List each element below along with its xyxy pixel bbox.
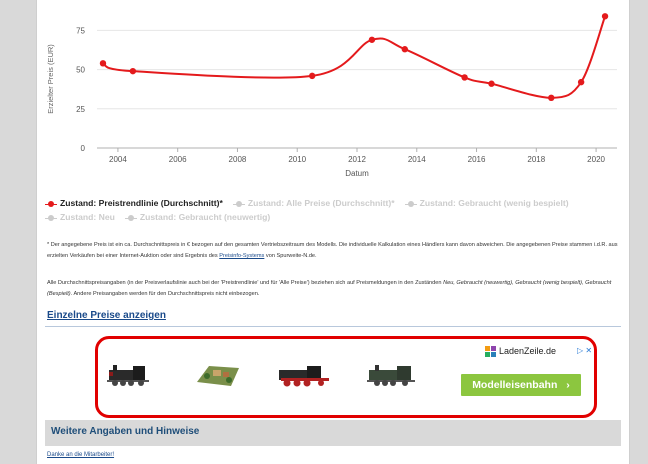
x-tick-label: 2012 — [348, 155, 366, 164]
section-title: Weitere Angaben und Hinweise — [51, 426, 200, 437]
preisinfo-link[interactable]: Preisinfo-Systems — [219, 253, 264, 259]
chart-legend: Zustand: Preistrendlinie (Durchschnitt)*… — [45, 196, 625, 224]
y-tick-label: 75 — [76, 26, 85, 35]
legend-label: Zustand: Neu — [60, 212, 115, 222]
legend-label: Zustand: Alle Preise (Durchschnitt)* — [247, 198, 395, 208]
footnote-text-end: von Spurweite-N.de. — [264, 253, 317, 259]
legend-item-2[interactable]: Zustand: Gebraucht (wenig bespielt) — [404, 196, 569, 210]
ad-brand-label: LadenZeile.de — [499, 346, 557, 356]
ad-cta-button[interactable]: Modelleisenbahn › — [461, 374, 581, 396]
y-tick-label: 50 — [76, 66, 85, 75]
y-axis-title: Erzielter Preis (EUR) — [46, 44, 55, 114]
red-locomotive-image[interactable] — [277, 362, 333, 388]
average-note-end: . Andere Preisangaben werden für den Dur… — [70, 291, 260, 297]
y-tick-label: 25 — [76, 105, 85, 114]
green-locomotive-image[interactable] — [367, 362, 417, 388]
x-tick-label: 2018 — [527, 155, 545, 164]
data-point — [577, 78, 585, 86]
data-point — [308, 72, 316, 80]
legend-item-0[interactable]: Zustand: Preistrendlinie (Durchschnitt)* — [45, 196, 223, 210]
footnote-text: * Der angegebene Preis ist ein ca. Durch… — [47, 242, 618, 259]
x-tick-label: 2004 — [109, 155, 127, 164]
thanks-link[interactable]: Danke an die Mitarbeiter! — [47, 452, 114, 458]
legend-marker-icon — [124, 214, 137, 222]
legend-label: Zustand: Preistrendlinie (Durchschnitt)* — [60, 198, 223, 208]
content-page: 0 25 50 75 2004 2006 2008 2010 2012 2014 2016 2018 2… — [36, 0, 630, 464]
x-tick-label: 2020 — [587, 155, 605, 164]
legend-label: Zustand: Gebraucht (wenig bespielt) — [419, 198, 569, 208]
x-axis-title: Datum — [345, 169, 369, 178]
section-header: Weitere Angaben und Hinweise — [45, 420, 621, 446]
data-point — [129, 67, 137, 75]
price-footnote: * Der angegebene Preis ist ein ca. Durch… — [47, 240, 619, 262]
average-note-text: Alle Durchschnittspreisangaben (in der P… — [47, 280, 444, 286]
legend-marker-icon — [232, 200, 245, 208]
ad-close-icon[interactable]: ▷ ✕ — [577, 346, 592, 355]
price-chart: 0 25 50 75 2004 2006 2008 2010 2012 2014 2016 2018 2… — [46, 13, 617, 178]
y-tick-label: 0 — [81, 144, 86, 153]
series-line-0 — [102, 15, 606, 99]
steam-locomotive-image[interactable] — [107, 362, 151, 388]
x-tick-label: 2016 — [468, 155, 486, 164]
chevron-right-icon: › — [566, 379, 570, 391]
ad-cta-label: Modelleisenbahn — [472, 379, 558, 391]
data-point — [601, 13, 609, 20]
legend-item-1[interactable]: Zustand: Alle Preise (Durchschnitt)* — [232, 196, 395, 210]
x-tick-label: 2014 — [408, 155, 426, 164]
data-point — [488, 80, 495, 87]
average-note: Alle Durchschnittspreisangaben (in der P… — [47, 278, 619, 300]
legend-item-4[interactable]: Zustand: Gebraucht (neuwertig) — [124, 210, 271, 224]
x-tick-label: 2006 — [169, 155, 187, 164]
divider — [45, 326, 621, 327]
data-point — [368, 36, 376, 43]
legend-marker-icon — [404, 200, 417, 208]
single-prices-link[interactable]: Einzelne Preise anzeigen — [47, 310, 166, 321]
data-point — [401, 46, 409, 53]
legend-marker-icon — [45, 214, 57, 222]
x-tick-label: 2008 — [229, 155, 247, 164]
legend-marker-icon — [45, 200, 57, 208]
ad-brand[interactable]: LadenZeile.de — [485, 346, 557, 358]
layout-diorama-image[interactable] — [195, 362, 241, 388]
x-tick-label: 2010 — [288, 155, 306, 164]
legend-item-3[interactable]: Zustand: Neu — [45, 210, 115, 224]
ladenzeile-logo-icon — [485, 346, 496, 358]
data-point — [461, 74, 468, 81]
data-point — [99, 60, 107, 67]
legend-label: Zustand: Gebraucht (neuwertig) — [139, 212, 271, 222]
data-point — [548, 94, 555, 102]
